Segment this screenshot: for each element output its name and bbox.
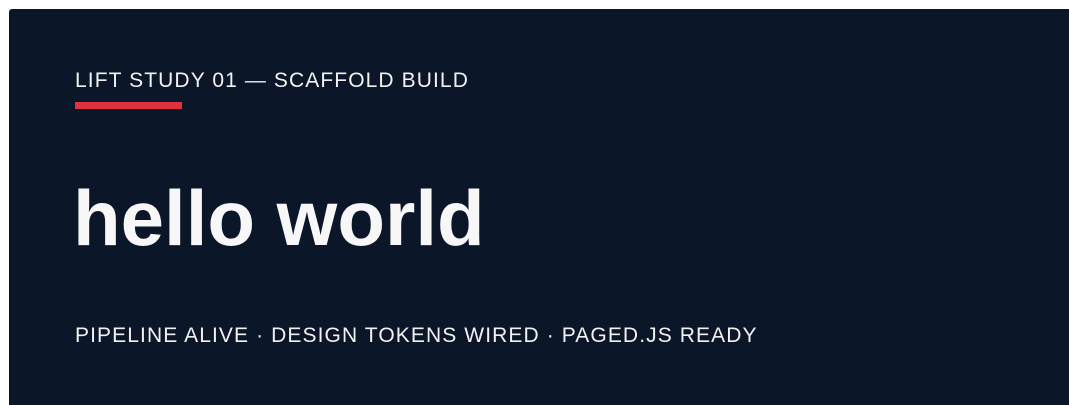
hero-card: LIFT STUDY 01 — SCAFFOLD BUILD hello wor… [9, 9, 1069, 405]
status-line: PIPELINE ALIVE · DESIGN TOKENS WIRED · P… [75, 324, 758, 347]
accent-rule [75, 102, 182, 109]
page-title: hello world [73, 174, 485, 262]
eyebrow-label: LIFT STUDY 01 — SCAFFOLD BUILD [75, 69, 469, 92]
